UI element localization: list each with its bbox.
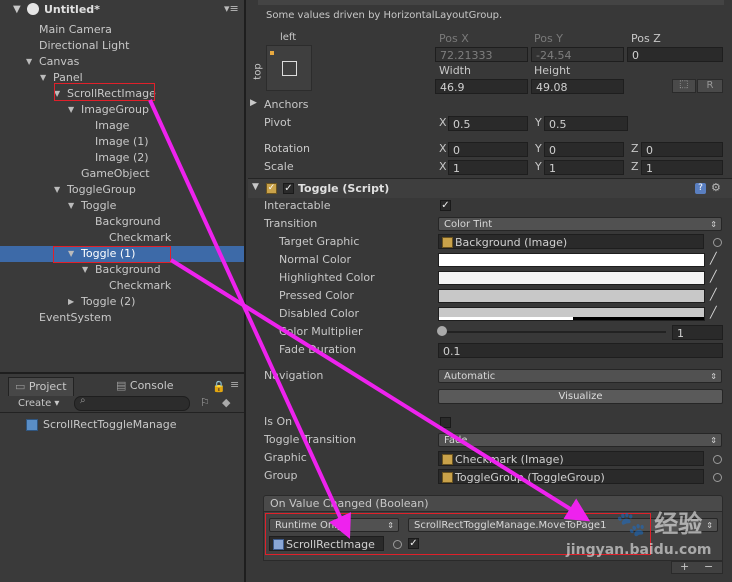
arrow-toggle-to-function <box>169 258 591 522</box>
annotation-arrows <box>148 99 591 539</box>
arrow-scrollrect-to-target <box>148 99 351 539</box>
